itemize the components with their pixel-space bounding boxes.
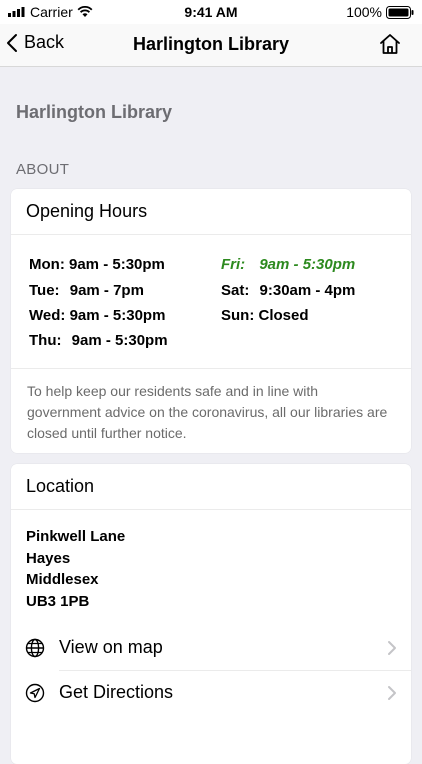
view-on-map-label: View on map: [59, 637, 163, 657]
address-block: Pinkwell Lane Hayes Middlesex UB3 1PB: [11, 510, 411, 612]
hours-value: 9:30am - 4pm: [259, 282, 356, 299]
hours-row-wed: Wed: 9am - 5:30pm: [29, 307, 165, 324]
address-line: Middlesex: [26, 571, 99, 588]
section-label-about: ABOUT: [16, 161, 70, 178]
closure-notice: To help keep our residents safe and in l…: [27, 383, 388, 441]
chevron-right-icon: [388, 685, 396, 700]
location-title: Location: [11, 464, 411, 510]
get-directions-button[interactable]: Get Directions: [11, 670, 411, 715]
day-label: Mon:: [29, 256, 65, 273]
hours-row-tue: Tue: 9am - 7pm: [29, 282, 144, 299]
hours-value: 9am - 7pm: [69, 282, 144, 299]
address-line: UB3 1PB: [26, 592, 90, 610]
hours-row-mon: Mon: 9am - 5:30pm: [29, 256, 165, 273]
chevron-right-icon: [388, 640, 396, 655]
address-line: Hayes: [26, 549, 71, 567]
page-heading: Harlington Library: [16, 102, 173, 122]
globe-icon: [25, 638, 45, 657]
navigation-arrow-icon: [25, 683, 45, 702]
day-label: Wed:: [29, 307, 66, 324]
hours-grid: Mon: 9am - 5:30pm Tue: 9am - 7pm Wed: 9a…: [11, 235, 411, 369]
hours-value: Closed: [258, 307, 309, 324]
day-label: Sun:: [221, 307, 255, 324]
get-directions-label: Get Directions: [59, 682, 174, 702]
hours-value: 9am - 5:30pm: [69, 307, 166, 324]
hours-value: 9am - 5:30pm: [259, 256, 356, 273]
hours-row-sat: Sat: 9:30am - 4pm: [221, 282, 355, 299]
battery-percent: 100%: [346, 4, 382, 20]
day-label: Thu:: [29, 332, 62, 349]
location-card: Location Pinkwell Lane Hayes Middlesex U…: [11, 464, 411, 764]
navigation-bar: Back Harlington Library: [0, 24, 422, 67]
home-icon[interactable]: [378, 32, 402, 56]
battery-indicator: 100%: [346, 4, 414, 20]
opening-hours-card: Opening Hours Mon: 9am - 5:30pm Tue: 9am…: [11, 189, 411, 453]
hours-row-thu: Thu: 9am - 5:30pm: [29, 332, 168, 349]
nav-title: Harlington Library: [132, 34, 289, 54]
battery-icon: [386, 5, 414, 19]
address-line: Pinkwell Lane: [26, 528, 126, 545]
hours-value: 9am - 5:30pm: [69, 256, 165, 273]
day-label: Tue:: [29, 282, 60, 299]
hours-row-fri-today: Fri: 9am - 5:30pm: [221, 256, 355, 273]
hours-row-sun: Sun: Closed: [221, 307, 309, 324]
day-label: Fri:: [221, 256, 246, 273]
view-on-map-button[interactable]: View on map: [11, 625, 411, 670]
status-bar: Carrier 9:41 AM 100%: [0, 0, 422, 24]
hours-value: 9am - 5:30pm: [71, 332, 168, 349]
day-label: Sat:: [221, 282, 250, 299]
opening-hours-title: Opening Hours: [11, 189, 411, 235]
